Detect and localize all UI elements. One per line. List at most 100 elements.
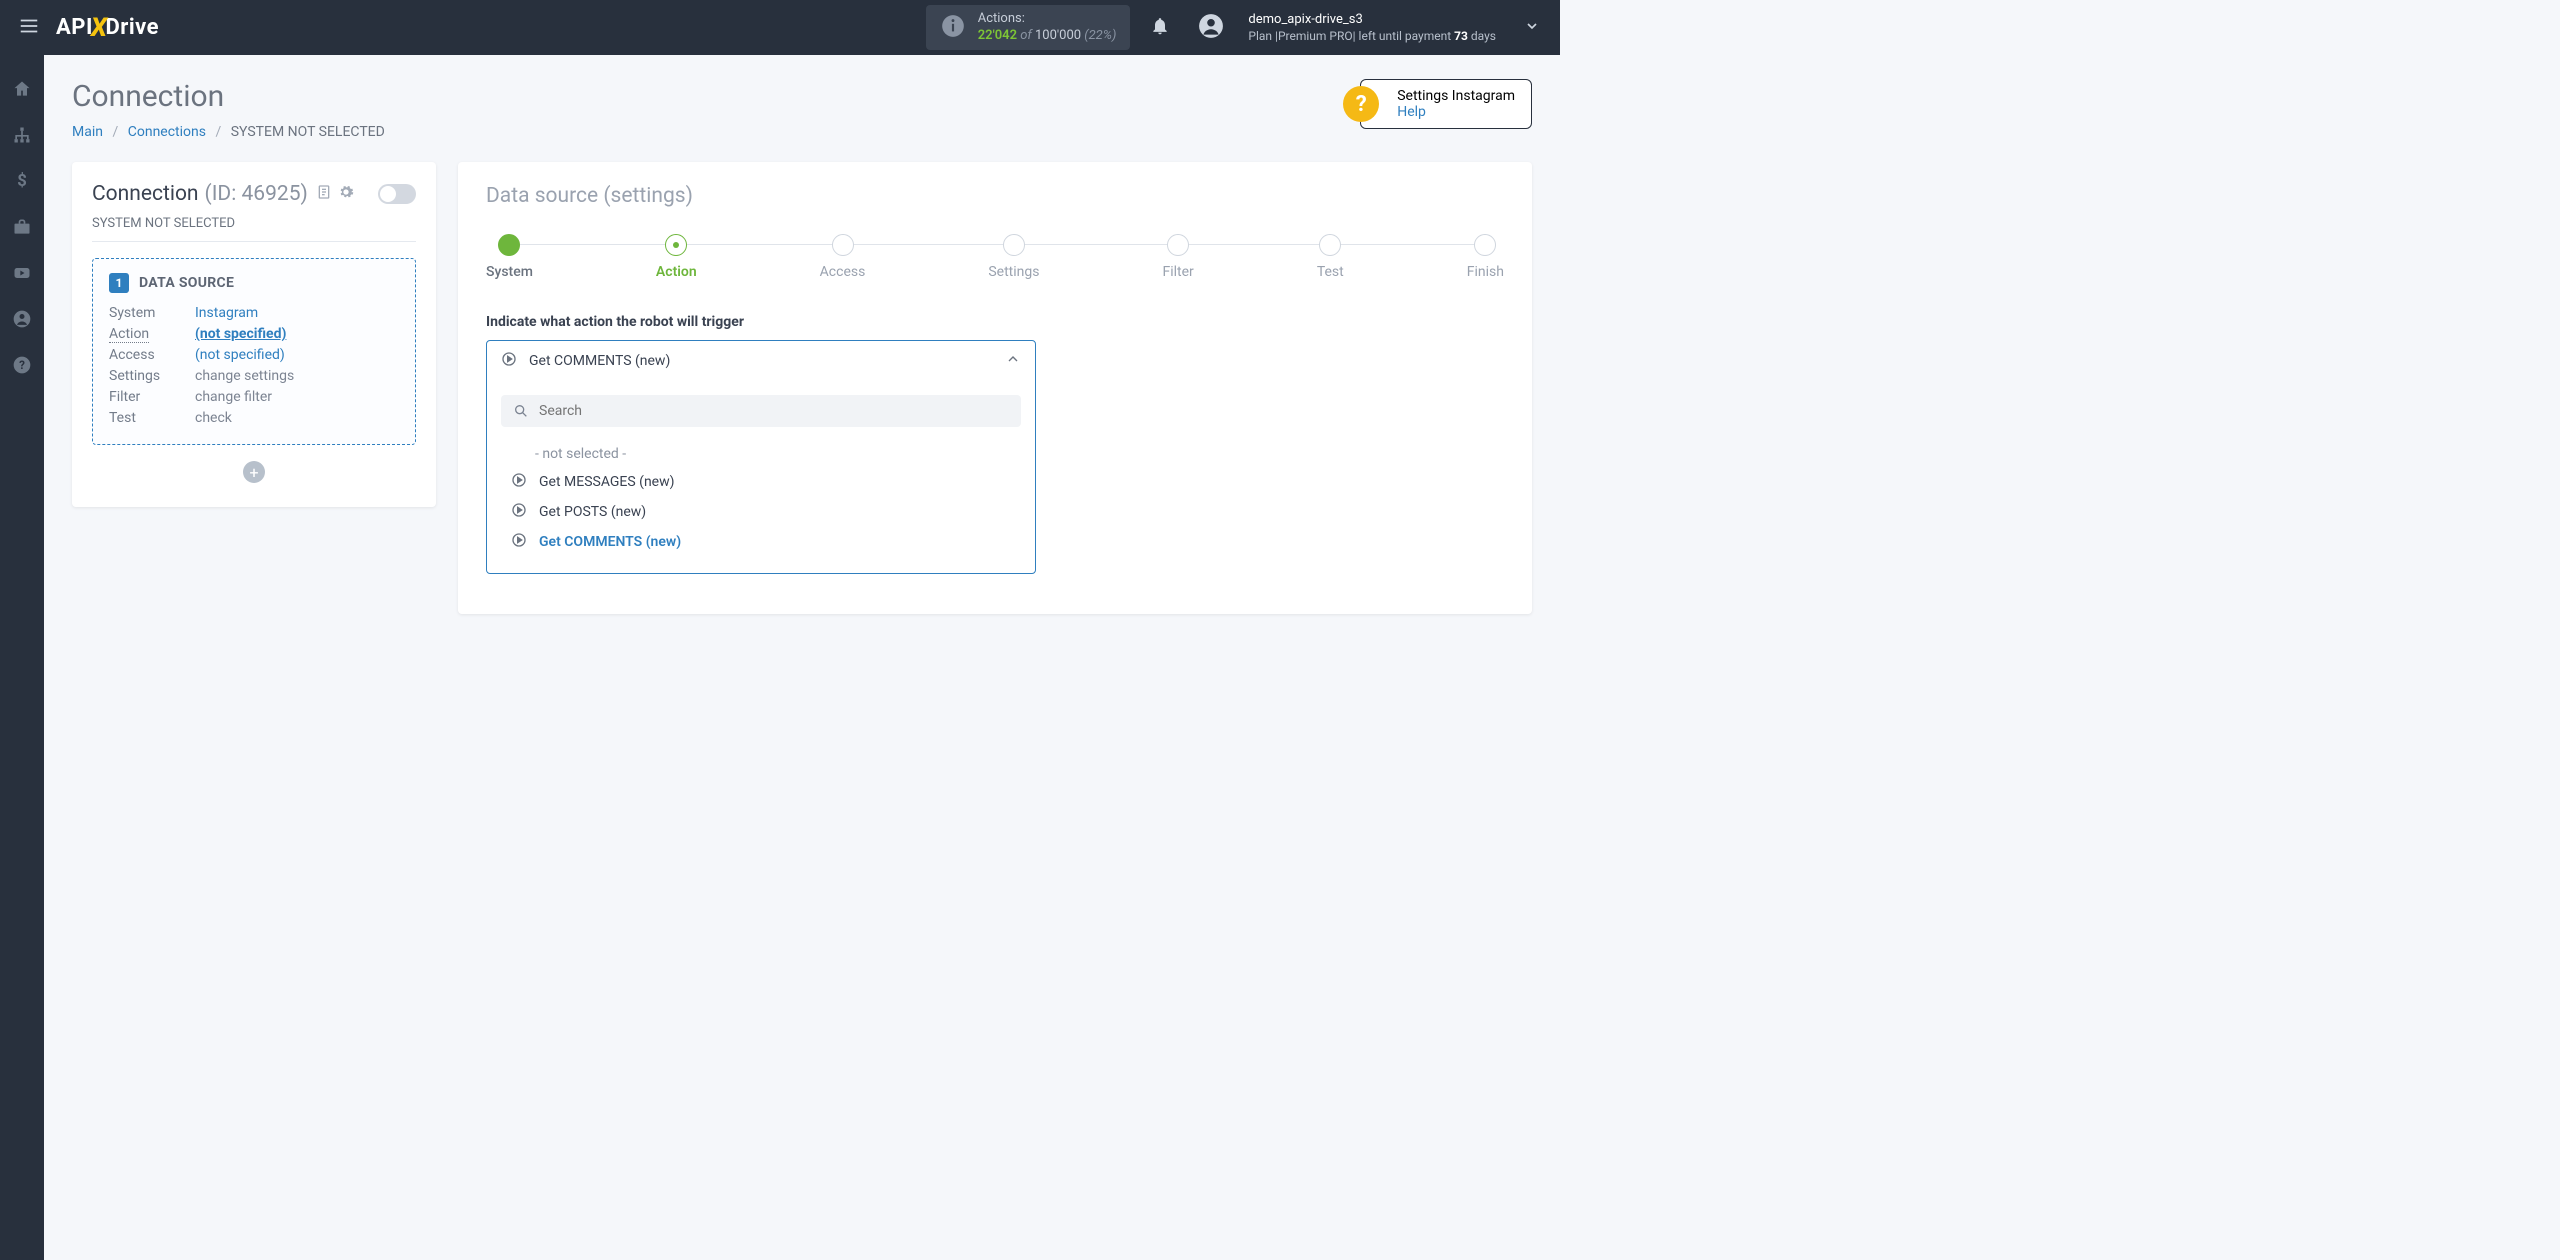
option-get-comments[interactable]: Get COMMENTS (new) [507,527,1015,557]
breadcrumb-connections[interactable]: Connections [128,124,206,140]
option-label: Get COMMENTS (new) [539,534,681,550]
option-get-messages[interactable]: Get MESSAGES (new) [507,467,1015,497]
info-icon [940,13,966,43]
breadcrumb-main[interactable]: Main [72,124,103,140]
step-filter[interactable]: Filter [1163,234,1194,280]
connection-id: (ID: 46925) [205,182,308,206]
select-head[interactable]: Get COMMENTS (new) [487,341,1035,381]
sidebar-item-billing[interactable]: $ [0,161,44,201]
help-title: Settings Instagram [1397,88,1515,104]
user-avatar-icon[interactable] [1198,13,1224,43]
data-source-box: 1 DATA SOURCE System Instagram Action (n… [92,258,416,445]
actions-of: of [1017,28,1035,43]
actions-usage-box[interactable]: Actions: 22'042 of 100'000 (22%) [926,5,1131,51]
row-test-value[interactable]: check [195,410,399,426]
connection-card: Connection (ID: 46925) SYSTEM NOT SELECT… [72,162,436,507]
chevron-down-icon[interactable] [1524,18,1540,38]
data-source-settings-card: Data source (settings) System Action Acc… [458,162,1532,614]
sidebar-item-profile[interactable] [0,299,44,339]
row-system-value[interactable]: Instagram [195,305,399,321]
play-circle-icon [511,472,527,492]
username: demo_apix-drive_s3 [1248,11,1496,29]
svg-text:?: ? [19,358,25,372]
step-system[interactable]: System [486,234,533,280]
row-settings-label: Settings [109,368,195,384]
sidebar-item-connections[interactable] [0,115,44,155]
row-test-label: Test [109,410,195,426]
page-title: Connection [72,79,385,114]
sidebar-item-video[interactable] [0,253,44,293]
sidebar-item-help[interactable]: ? [0,345,44,385]
svg-text:$: $ [17,172,27,191]
hamburger-icon[interactable] [14,11,44,45]
option-not-selected[interactable]: - not selected - [507,441,1015,467]
actions-used: 22'042 [978,28,1017,43]
option-label: Get POSTS (new) [539,504,646,520]
logo[interactable]: APIXDrive [56,13,159,43]
play-circle-icon [511,502,527,522]
row-filter-value[interactable]: change filter [195,389,399,405]
step-label: Test [1317,264,1344,280]
logo-x: X [91,13,108,43]
row-action-value[interactable]: (not specified) [195,326,399,342]
enable-toggle[interactable] [378,184,416,204]
play-circle-icon [511,532,527,552]
row-access-label: Access [109,347,195,363]
connection-subtitle: SYSTEM NOT SELECTED [92,216,416,242]
stepper: System Action Access Settings Filter [486,234,1504,280]
sidebar-item-briefcase[interactable] [0,207,44,247]
gear-icon[interactable] [338,182,354,206]
user-plan: Plan |Premium PRO| left until payment 73… [1248,28,1496,44]
search-input[interactable] [539,403,1009,419]
data-source-title: DATA SOURCE [139,275,234,291]
row-system-label: System [109,305,195,321]
notes-icon[interactable] [316,182,332,206]
main-content: Connection Main / Connections / SYSTEM N… [44,55,1560,1260]
row-access-value[interactable]: (not specified) [195,347,399,363]
logo-text-prefix: API [56,15,93,40]
step-finish[interactable]: Finish [1467,234,1504,280]
step-label: Finish [1467,264,1504,280]
step-label: Action [656,264,697,280]
help-box: ? Settings Instagram Help [1360,79,1532,129]
step-access[interactable]: Access [820,234,866,280]
option-label: Get MESSAGES (new) [539,474,675,490]
actions-total: 100'000 [1035,28,1081,43]
add-button[interactable]: + [243,461,265,483]
play-circle-icon [501,351,517,371]
actions-text: Actions: 22'042 of 100'000 (22%) [978,11,1117,45]
select-current-value: Get COMMENTS (new) [529,353,993,369]
breadcrumb: Main / Connections / SYSTEM NOT SELECTED [72,124,385,140]
bell-icon[interactable] [1150,16,1170,40]
top-navbar: APIXDrive Actions: 22'042 of 100'000 (22… [0,0,1560,55]
chevron-up-icon [1005,351,1021,371]
sidebar: $ ? [0,55,44,1260]
step-label: Settings [988,264,1039,280]
action-select: Get COMMENTS (new) - not selected - [486,340,1036,574]
action-field-label: Indicate what action the robot will trig… [486,314,1504,330]
breadcrumb-current: SYSTEM NOT SELECTED [231,124,385,140]
row-settings-value[interactable]: change settings [195,368,399,384]
row-filter-label: Filter [109,389,195,405]
step-action[interactable]: Action [656,234,697,280]
actions-pct: (22%) [1081,28,1116,43]
row-action-label: Action [109,326,149,343]
search-box[interactable] [501,395,1021,427]
help-question-icon[interactable]: ? [1343,86,1379,122]
select-dropdown: - not selected - Get MESSAGES (new) Get … [487,381,1035,573]
option-get-posts[interactable]: Get POSTS (new) [507,497,1015,527]
connection-title-row: Connection (ID: 46925) [92,182,416,206]
step-label: Filter [1163,264,1194,280]
user-info[interactable]: demo_apix-drive_s3 Plan |Premium PRO| le… [1248,11,1496,45]
actions-label: Actions: [978,11,1117,28]
logo-text-suffix: Drive [105,15,159,40]
step-label: System [486,264,533,280]
data-source-badge: 1 [109,273,129,293]
step-label: Access [820,264,866,280]
data-source-heading: Data source (settings) [486,184,1504,208]
connection-title: Connection [92,182,199,206]
help-link[interactable]: Help [1397,104,1426,120]
step-test[interactable]: Test [1317,234,1344,280]
sidebar-item-home[interactable] [0,69,44,109]
step-settings[interactable]: Settings [988,234,1039,280]
